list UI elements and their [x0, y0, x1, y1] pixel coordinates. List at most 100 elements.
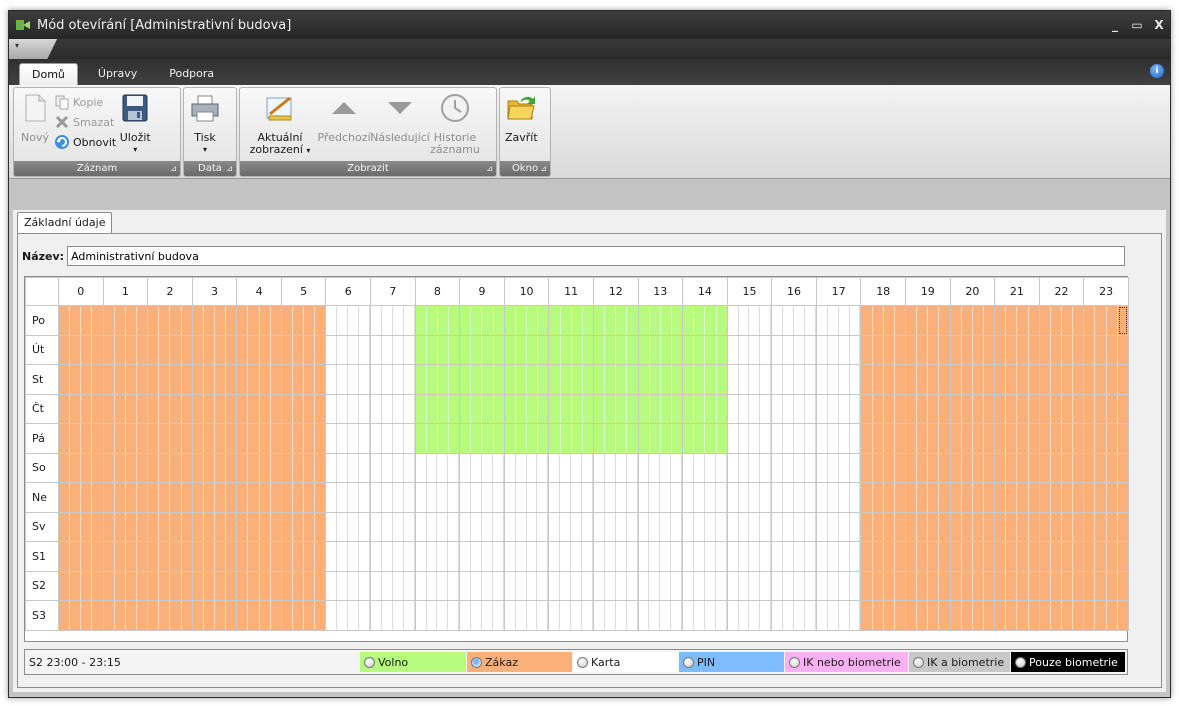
time-slot[interactable] — [437, 512, 449, 541]
time-slot[interactable] — [371, 571, 382, 600]
time-slot[interactable] — [627, 306, 638, 335]
time-slot[interactable] — [337, 424, 349, 453]
time-slot[interactable] — [593, 306, 606, 335]
time-slot[interactable] — [727, 571, 739, 600]
time-slot[interactable] — [872, 542, 884, 571]
time-slot[interactable] — [315, 453, 326, 482]
time-slot[interactable] — [203, 335, 216, 364]
time-slot[interactable] — [371, 335, 382, 364]
time-slot[interactable] — [192, 335, 204, 364]
time-slot[interactable] — [560, 453, 572, 482]
time-slot[interactable] — [159, 424, 171, 453]
name-input[interactable] — [67, 246, 1126, 266]
time-slot[interactable] — [683, 306, 695, 335]
time-slot[interactable] — [604, 453, 616, 482]
time-slot[interactable] — [683, 335, 695, 364]
time-slot[interactable] — [727, 601, 739, 630]
time-slot[interactable] — [481, 601, 493, 630]
time-slot[interactable] — [315, 306, 326, 335]
time-slot[interactable] — [515, 394, 528, 423]
time-slot[interactable] — [1050, 542, 1062, 571]
time-slot[interactable] — [749, 542, 761, 571]
time-slot[interactable] — [215, 306, 227, 335]
time-slot[interactable] — [615, 512, 627, 541]
time-slot[interactable] — [403, 365, 415, 394]
time-slot[interactable] — [426, 306, 438, 335]
time-slot[interactable] — [215, 394, 227, 423]
time-slot[interactable] — [293, 365, 305, 394]
time-slot[interactable] — [804, 483, 816, 512]
time-slot[interactable] — [1050, 365, 1062, 394]
time-slot[interactable] — [704, 512, 716, 541]
time-slot[interactable] — [159, 394, 171, 423]
time-slot[interactable] — [226, 542, 237, 571]
time-slot[interactable] — [460, 424, 472, 453]
time-slot[interactable] — [749, 483, 761, 512]
time-slot[interactable] — [293, 424, 305, 453]
time-slot[interactable] — [415, 453, 427, 482]
time-slot[interactable] — [92, 483, 103, 512]
time-slot[interactable] — [995, 424, 1007, 453]
time-slot[interactable] — [972, 571, 984, 600]
time-slot[interactable] — [738, 483, 750, 512]
time-slot[interactable] — [326, 483, 338, 512]
time-slot[interactable] — [81, 601, 93, 630]
time-slot[interactable] — [704, 571, 716, 600]
time-slot[interactable] — [1028, 306, 1039, 335]
time-slot[interactable] — [159, 601, 171, 630]
time-slot[interactable] — [270, 394, 281, 423]
time-slot[interactable] — [983, 365, 995, 394]
time-slot[interactable] — [1062, 542, 1074, 571]
time-slot[interactable] — [794, 335, 805, 364]
time-slot[interactable] — [114, 571, 126, 600]
time-slot[interactable] — [950, 483, 962, 512]
time-slot[interactable] — [259, 335, 271, 364]
time-slot[interactable] — [928, 394, 940, 423]
time-slot[interactable] — [816, 483, 828, 512]
time-slot[interactable] — [917, 601, 929, 630]
time-slot[interactable] — [772, 483, 784, 512]
time-slot[interactable] — [304, 335, 316, 364]
time-slot[interactable] — [716, 335, 727, 364]
time-slot[interactable] — [794, 512, 805, 541]
time-slot[interactable] — [783, 571, 795, 600]
time-slot[interactable] — [170, 512, 182, 541]
time-slot[interactable] — [381, 453, 393, 482]
time-slot[interactable] — [148, 453, 160, 482]
time-slot[interactable] — [917, 306, 929, 335]
time-slot[interactable] — [772, 424, 784, 453]
time-slot[interactable] — [426, 424, 438, 453]
time-slot[interactable] — [816, 335, 828, 364]
time-slot[interactable] — [571, 571, 583, 600]
time-slot[interactable] — [827, 601, 839, 630]
time-slot[interactable] — [760, 365, 772, 394]
time-slot[interactable] — [1028, 453, 1039, 482]
time-slot[interactable] — [560, 542, 572, 571]
time-slot[interactable] — [660, 394, 672, 423]
time-slot[interactable] — [481, 483, 493, 512]
time-slot[interactable] — [616, 306, 628, 335]
time-slot[interactable] — [804, 542, 816, 571]
time-slot[interactable] — [816, 394, 828, 423]
time-slot[interactable] — [872, 512, 884, 541]
time-slot[interactable] — [571, 542, 583, 571]
time-slot[interactable] — [504, 424, 516, 453]
time-slot[interactable] — [415, 306, 427, 335]
time-slot[interactable] — [838, 306, 850, 335]
time-slot[interactable] — [1017, 512, 1029, 541]
time-slot[interactable] — [615, 483, 627, 512]
time-slot[interactable] — [103, 542, 115, 571]
time-slot[interactable] — [660, 306, 672, 335]
time-slot[interactable] — [961, 424, 973, 453]
time-slot[interactable] — [593, 365, 606, 394]
time-slot[interactable] — [861, 571, 873, 600]
time-slot[interactable] — [872, 394, 884, 423]
time-slot[interactable] — [448, 601, 460, 630]
tab-upravy[interactable]: Úpravy — [86, 63, 149, 85]
time-slot[interactable] — [359, 394, 371, 423]
time-slot[interactable] — [1039, 394, 1051, 423]
time-slot[interactable] — [426, 394, 438, 423]
time-slot[interactable] — [315, 483, 326, 512]
time-slot[interactable] — [638, 453, 650, 482]
time-slot[interactable] — [582, 542, 593, 571]
